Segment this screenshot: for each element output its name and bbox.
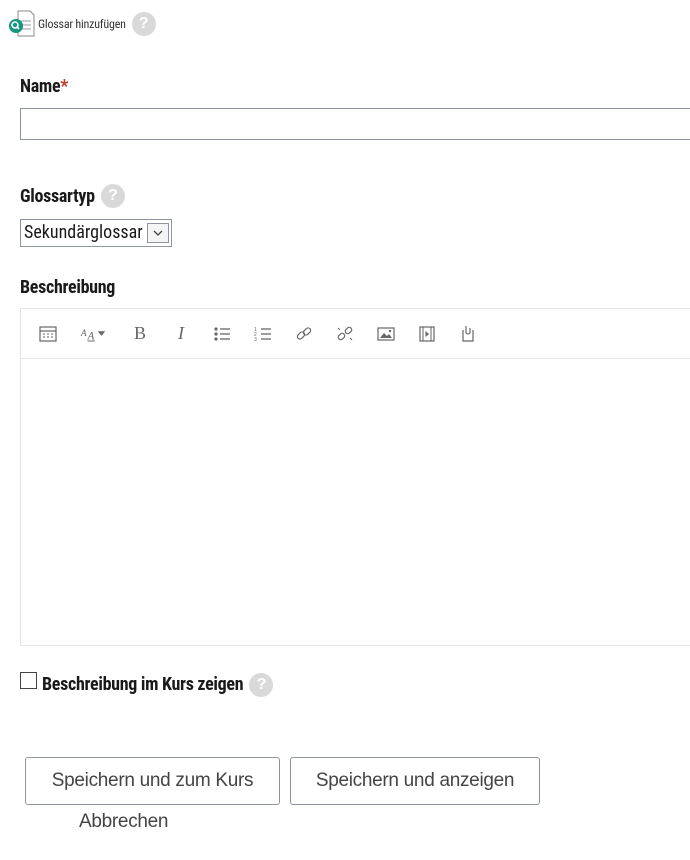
svg-text:A: A [80,328,87,338]
svg-text:3: 3 [254,337,257,343]
ordered-list-icon[interactable]: 123 [248,319,278,349]
description-editor[interactable]: AA B I 123 [20,308,690,646]
required-marker: * [60,76,69,97]
glossary-type-value: Sekundärglossar [24,222,143,243]
cancel-button[interactable]: Abbrechen [79,811,169,833]
image-icon[interactable] [371,319,401,349]
glossary-type-label: Glossartyp ? [20,184,125,208]
manage-files-icon[interactable] [453,319,483,349]
save-and-return-button[interactable]: Speichern und zum Kurs [25,757,280,805]
toolbar-toggle-icon[interactable] [33,319,63,349]
save-and-display-button[interactable]: Speichern und anzeigen [290,757,540,805]
help-icon[interactable]: ? [131,12,156,36]
font-style-icon[interactable]: AA [74,319,114,349]
help-icon[interactable]: ? [100,184,125,208]
editor-toolbar: AA B I 123 [21,309,690,359]
link-icon[interactable] [289,319,319,349]
unlink-icon[interactable] [330,319,360,349]
glossary-icon [8,9,36,39]
help-icon[interactable]: ? [249,673,274,697]
description-label: Beschreibung [20,277,116,298]
chevron-down-icon[interactable] [146,223,169,243]
glossary-type-label-text: Glossartyp [20,185,95,207]
unordered-list-icon[interactable] [207,319,237,349]
show-description-checkbox[interactable] [20,672,37,689]
glossary-type-select[interactable]: Sekundärglossar [20,219,172,247]
name-label-text: Name [20,76,61,97]
page-title: Glossar hinzufügen [38,17,126,31]
show-description-label: Beschreibung im Kurs zeigen ? [42,672,274,698]
bold-icon[interactable]: B [125,319,155,349]
italic-icon[interactable]: I [166,319,196,349]
name-label: Name* [20,76,68,97]
editor-content[interactable] [21,359,690,645]
name-input[interactable] [20,108,690,140]
media-icon[interactable] [412,319,442,349]
page-header: Glossar hinzufügen ? [8,8,156,40]
show-description-label-text: Beschreibung im Kurs zeigen [42,674,244,695]
